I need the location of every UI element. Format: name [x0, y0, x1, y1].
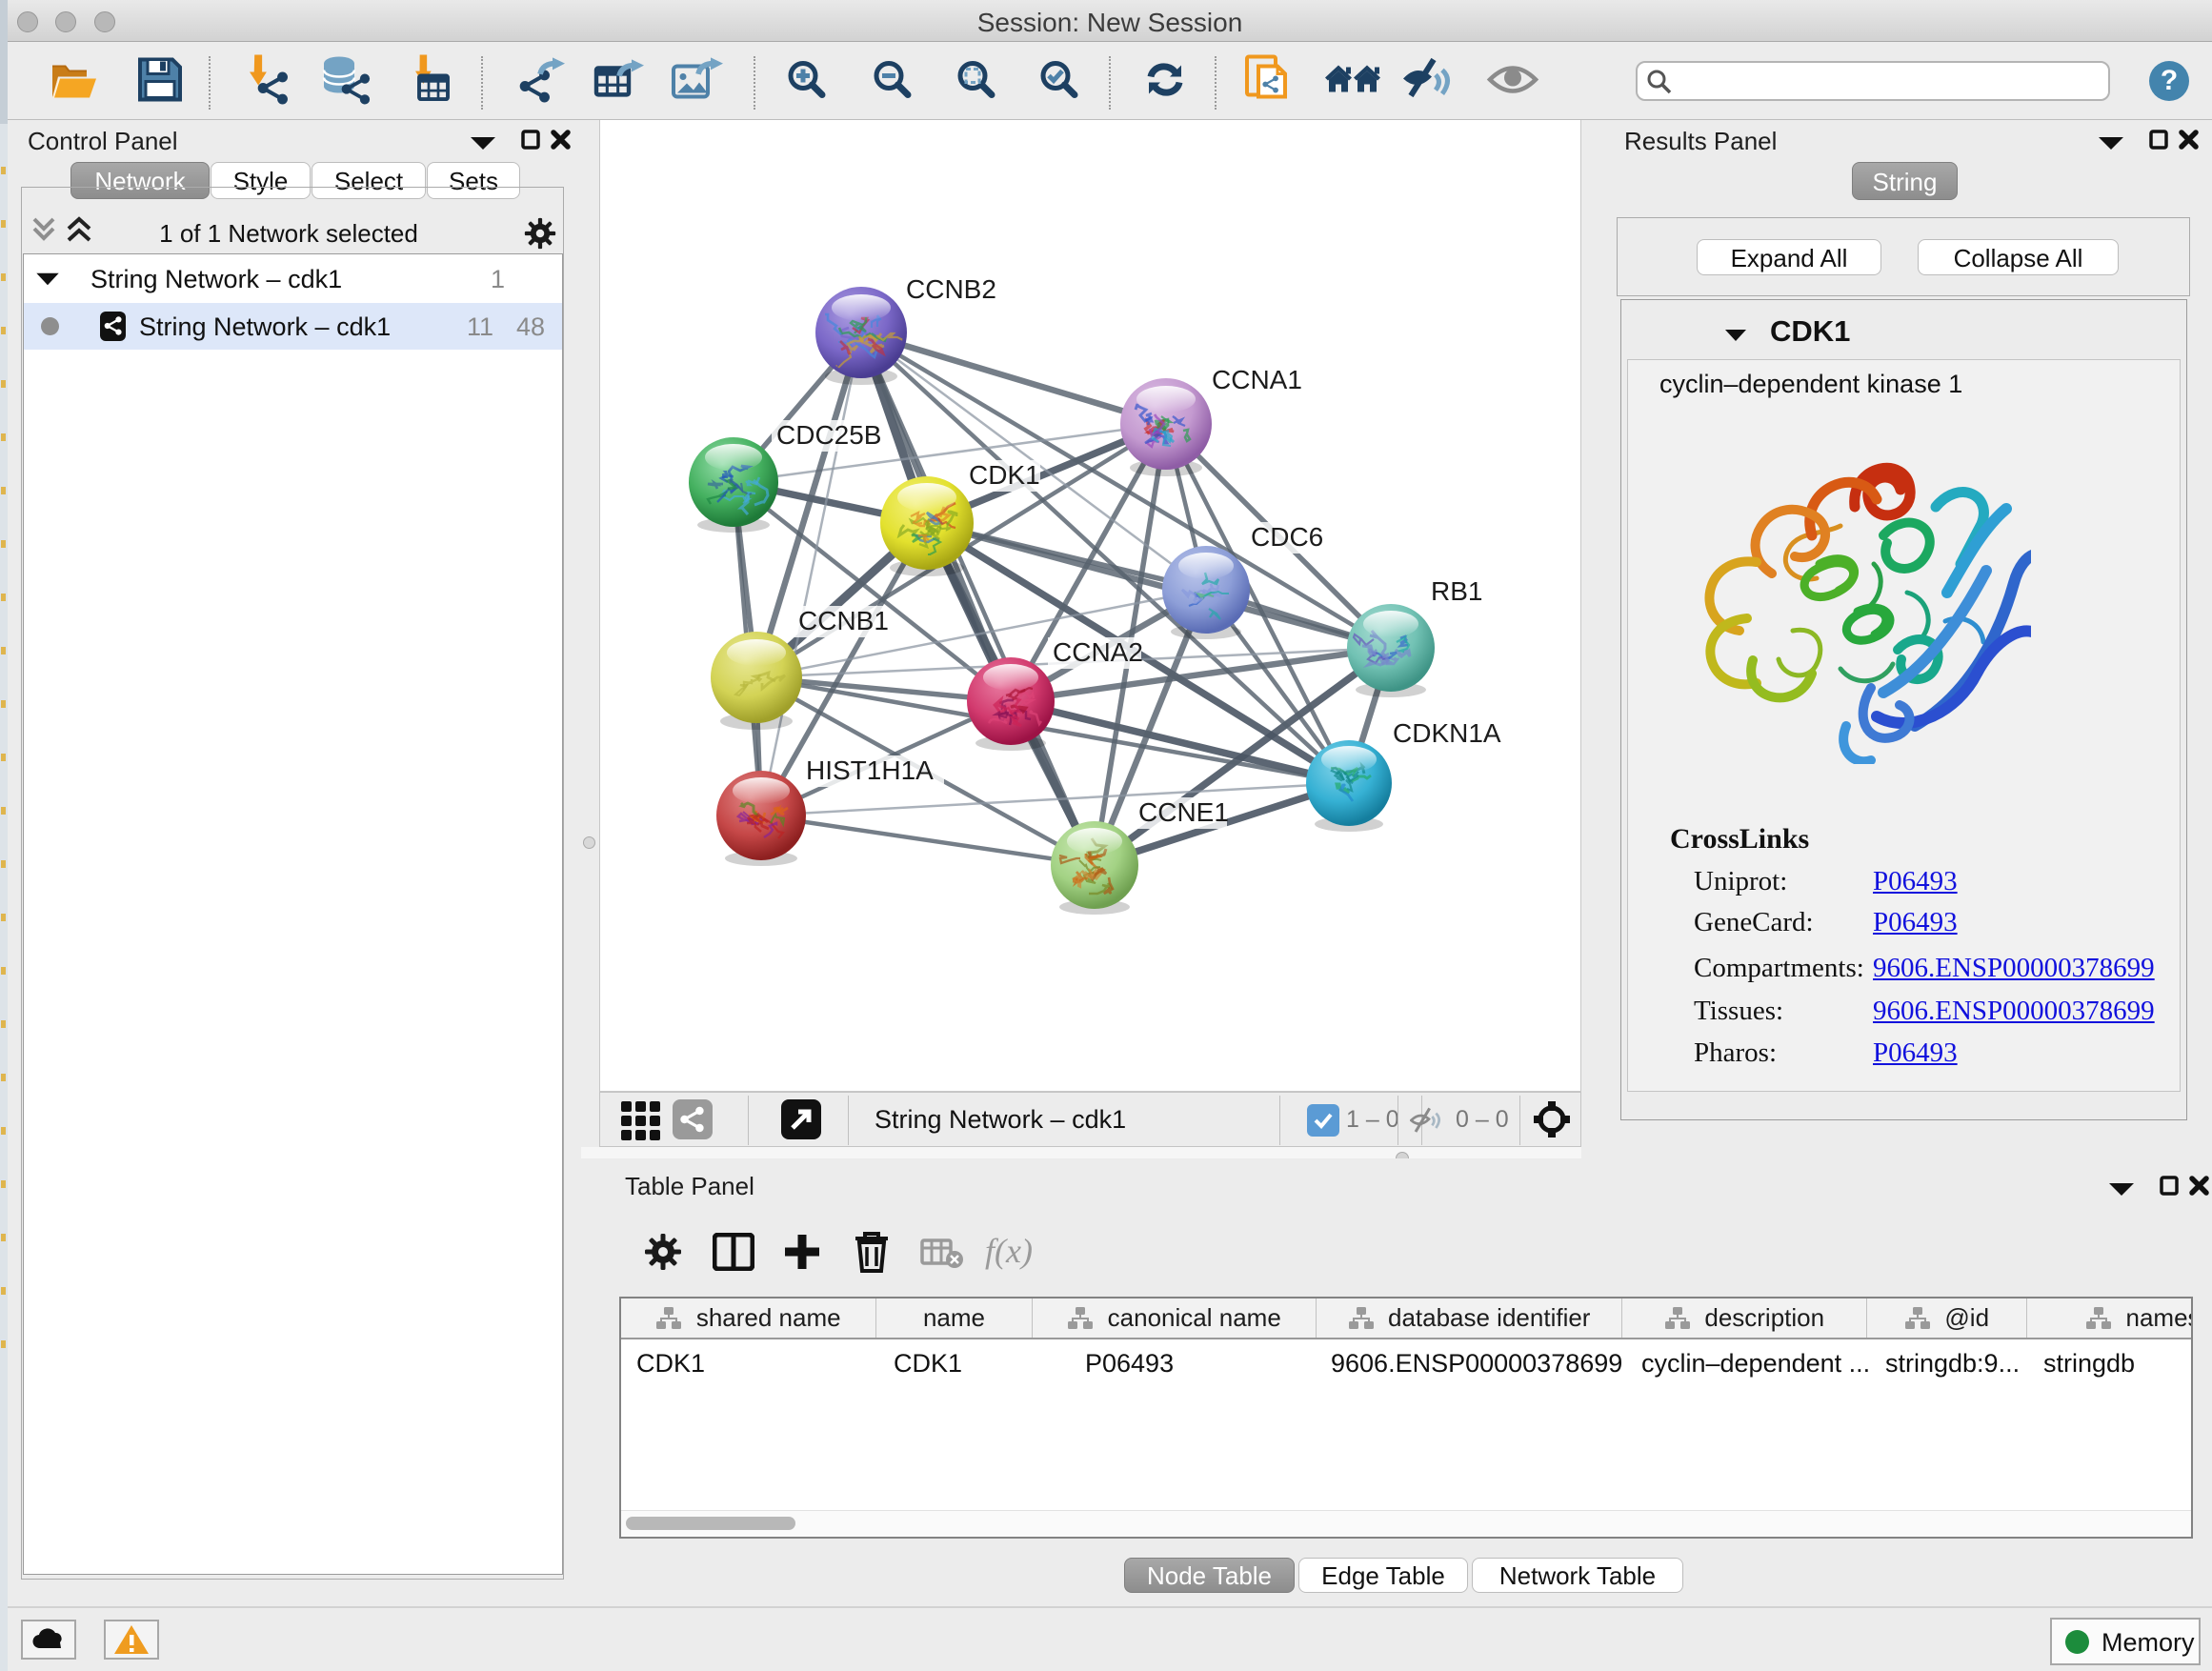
svg-text:CCNE1: CCNE1 — [1138, 797, 1229, 827]
svg-text:CDK1: CDK1 — [969, 460, 1040, 490]
svg-text:CCNB1: CCNB1 — [798, 606, 889, 635]
svg-text:CCNA2: CCNA2 — [1053, 637, 1143, 667]
svg-text:RB1: RB1 — [1431, 576, 1482, 606]
svg-text:CCNB2: CCNB2 — [906, 274, 996, 304]
svg-text:HIST1H1A: HIST1H1A — [806, 755, 934, 785]
svg-text:CDC6: CDC6 — [1251, 522, 1323, 552]
svg-text:CDC25B: CDC25B — [776, 420, 881, 450]
svg-text:CDKN1A: CDKN1A — [1393, 718, 1501, 748]
svg-text:CCNA1: CCNA1 — [1212, 365, 1302, 394]
